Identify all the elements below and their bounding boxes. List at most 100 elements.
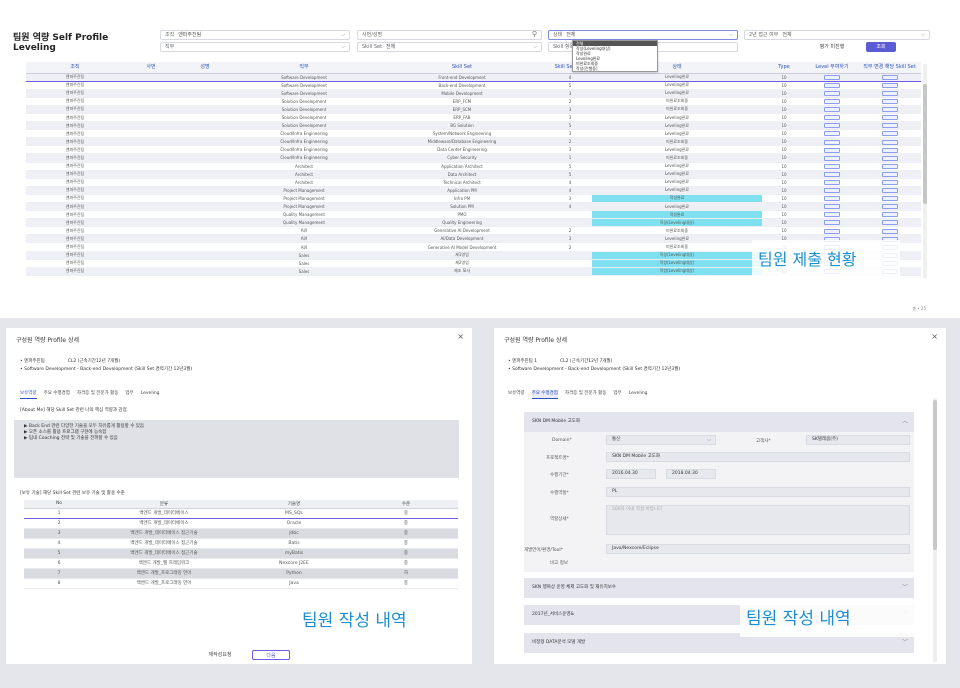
column-header[interactable]: Type: [762, 62, 806, 74]
table-row[interactable]: 5 백엔드 개발_데이터베이스 접근기술 myBatis 중: [24, 548, 458, 559]
table-row[interactable]: 엔파주진팀 Software Development Back-end Develo…: [26, 81, 921, 90]
skillset-change-button[interactable]: [881, 204, 898, 210]
skillset-change-button[interactable]: [881, 123, 898, 129]
column-header[interactable]: 직무 변경 해당 Skill Set: [858, 62, 921, 74]
skillset-filter[interactable]: Skill Set 전체 ⌵: [357, 42, 542, 52]
skillset-change-button[interactable]: [881, 180, 898, 186]
skillset-change-button[interactable]: [881, 212, 898, 218]
table-row[interactable]: 엔파주진팀 Cloud/Infra Engineering Middleware/D…: [26, 137, 921, 147]
column-header[interactable]: 사번: [124, 62, 178, 74]
period-from-input[interactable]: 2016.04.30: [606, 469, 656, 479]
table-row[interactable]: 8 백엔드 개발_프로그래밍 언어 Java 중: [24, 578, 458, 589]
close-icon[interactable]: ×: [457, 332, 464, 341]
skillset-change-button[interactable]: [881, 82, 898, 88]
level-assign-button[interactable]: [824, 204, 840, 210]
table-row[interactable]: 엔파주진팀 Cloud/Infra Engineering Data Center …: [26, 145, 921, 155]
skillset-change-button[interactable]: [881, 171, 898, 177]
table-row[interactable]: 엔파주진팀 Quality Management PMO 작성완료 10: [26, 210, 921, 220]
table-row[interactable]: 엔파주진팀 Solution Development ERP_FCM 2 미완료조회중 1…: [26, 97, 921, 106]
table-row[interactable]: 2 백엔드 개발_데이터베이스 Oracle 중: [24, 518, 458, 529]
column-header[interactable]: 직무: [232, 62, 376, 74]
review-filter[interactable]: 2년 접근 여부 전체 ⌵: [744, 30, 930, 40]
tab-work[interactable]: 업무: [613, 390, 621, 398]
table-row[interactable]: 엔파주진팀 Cloud/Infra Engineering Cyber Securi…: [26, 153, 921, 163]
skillset-change-button[interactable]: [881, 196, 898, 202]
close-icon[interactable]: ×: [931, 332, 938, 341]
status-option[interactable]: 작성(진행중): [573, 66, 657, 71]
next-button[interactable]: 다음: [252, 650, 290, 660]
tab-capability[interactable]: 보유역량: [20, 390, 37, 399]
column-header[interactable]: Skill Set: [376, 62, 548, 74]
skillset-change-button[interactable]: [881, 139, 898, 145]
tab-experience[interactable]: 주요 수행경험: [531, 390, 558, 399]
table-row[interactable]: 1 백엔드 개발_데이터베이스 MS_SQL 중: [24, 507, 458, 519]
skillset-change-button[interactable]: [881, 131, 898, 137]
domain-select[interactable]: 통신 ⌵: [606, 435, 716, 445]
table-row[interactable]: 엔파주진팀 Software Development Mobile Developm…: [26, 89, 921, 98]
level-assign-button[interactable]: [824, 107, 840, 113]
level-assign-button[interactable]: [824, 212, 840, 218]
tab-leveling[interactable]: Leveling: [629, 391, 648, 398]
skillset-change-button[interactable]: [881, 115, 898, 121]
tab-certificate[interactable]: 자격증 및 전문가 활동: [77, 390, 119, 398]
tool-input[interactable]: Java/Nexcore/Eclipse: [606, 544, 910, 554]
skillset-change-button[interactable]: [881, 155, 898, 161]
table-row[interactable]: 7 백엔드 개발_프로그래밍 언어 Python 하: [24, 568, 458, 579]
detail-textarea[interactable]: 500자 이내 작성 바랍니다: [606, 505, 910, 535]
skillset-change-button[interactable]: [881, 228, 898, 234]
level-assign-button[interactable]: [824, 171, 840, 177]
search-button[interactable]: 조회: [866, 42, 896, 52]
column-header[interactable]: 조직: [26, 62, 124, 74]
table-row[interactable]: 엔파주진팀 Architect Data Architect 5 Leveling완료 1…: [26, 170, 921, 179]
tab-leveling[interactable]: Leveling: [141, 391, 160, 398]
level-assign-button[interactable]: [824, 139, 840, 145]
level-assign-button[interactable]: [824, 82, 840, 88]
skillset-change-button[interactable]: [881, 99, 898, 105]
skillset-change-button[interactable]: [881, 107, 898, 113]
table-scrollbar[interactable]: [923, 64, 927, 278]
project-accordion-open[interactable]: SKN DM Mobile 고도화 ︿: [524, 412, 914, 432]
level-assign-button[interactable]: [824, 147, 840, 153]
role-input[interactable]: PL: [606, 487, 910, 497]
tab-certificate[interactable]: 자격증 및 전문가 활동: [565, 390, 607, 398]
skillset-change-button[interactable]: [881, 188, 898, 194]
table-row[interactable]: 4 백엔드 개발_데이터베이스 접근기술 Batis 중: [24, 538, 458, 549]
table-row[interactable]: 엔파주진팀 AI/I Generative AI Development 2 미완료조회…: [26, 226, 921, 236]
column-header[interactable]: 성명: [178, 62, 232, 74]
level-assign-button[interactable]: [824, 131, 840, 137]
skillset-change-button[interactable]: [881, 147, 898, 153]
table-row[interactable]: 엔파주진팀 Architect Application Architect 5 Leve…: [26, 162, 921, 171]
eval-incomplete-toggle[interactable]: 평가 미진행: [804, 42, 860, 52]
skillset-change-button[interactable]: [881, 220, 898, 226]
level-assign-button[interactable]: [824, 99, 840, 105]
tab-capability[interactable]: 보유역량: [508, 390, 525, 398]
table-row[interactable]: 엔파주진팀 Solution Development BG Solution 5 Lev…: [26, 121, 921, 131]
level-assign-button[interactable]: [824, 220, 840, 226]
client-input[interactable]: SK텔레콤(주): [806, 435, 910, 445]
level-assign-button[interactable]: [824, 228, 840, 234]
level-assign-button[interactable]: [824, 163, 840, 169]
table-row[interactable]: 3 백엔드 개발_데이터베이스 접근기술 Jdbc 중: [24, 528, 458, 539]
level-assign-button[interactable]: [824, 74, 840, 80]
period-to-input[interactable]: 2018.04.30: [666, 469, 716, 479]
level-assign-button[interactable]: [824, 180, 840, 186]
skillset-change-button[interactable]: [881, 90, 898, 96]
tab-work[interactable]: 업무: [125, 390, 133, 398]
level-assign-button[interactable]: [824, 115, 840, 121]
skillset-change-button[interactable]: [881, 163, 898, 169]
level-assign-button[interactable]: [824, 155, 840, 161]
table-row[interactable]: 엔파주진팀 Solution Development ERP_FAB 3 Levelin…: [26, 113, 921, 123]
table-row[interactable]: 엔파주진팀 Cloud/Infra Engineering System/Netwo…: [26, 129, 921, 139]
search-input[interactable]: 사번/성명 ⚲: [357, 30, 542, 40]
job-filter[interactable]: 직무 ⌵: [160, 42, 350, 52]
level-assign-button[interactable]: [824, 123, 840, 129]
table-row[interactable]: 6 백엔드 개발_웹 프레임워크 Nexcore J2EE 중: [24, 558, 458, 569]
level-assign-button[interactable]: [824, 90, 840, 96]
table-row[interactable]: 엔파주진팀 Software Development Front-end Devel…: [26, 72, 921, 82]
skillset-change-button[interactable]: [881, 74, 898, 80]
status-dropdown-menu[interactable]: 전체 작성(Leveling대상) 작성완료 Leveling완료 미완료조회중…: [572, 40, 658, 72]
request-rewrite-button[interactable]: 재작성요청: [204, 650, 236, 660]
level-assign-button[interactable]: [824, 188, 840, 194]
column-header[interactable]: Level 부여하기: [806, 62, 858, 74]
table-row[interactable]: 엔파주진팀 Project Management Infra PM 3 작성완료 10: [26, 194, 921, 204]
